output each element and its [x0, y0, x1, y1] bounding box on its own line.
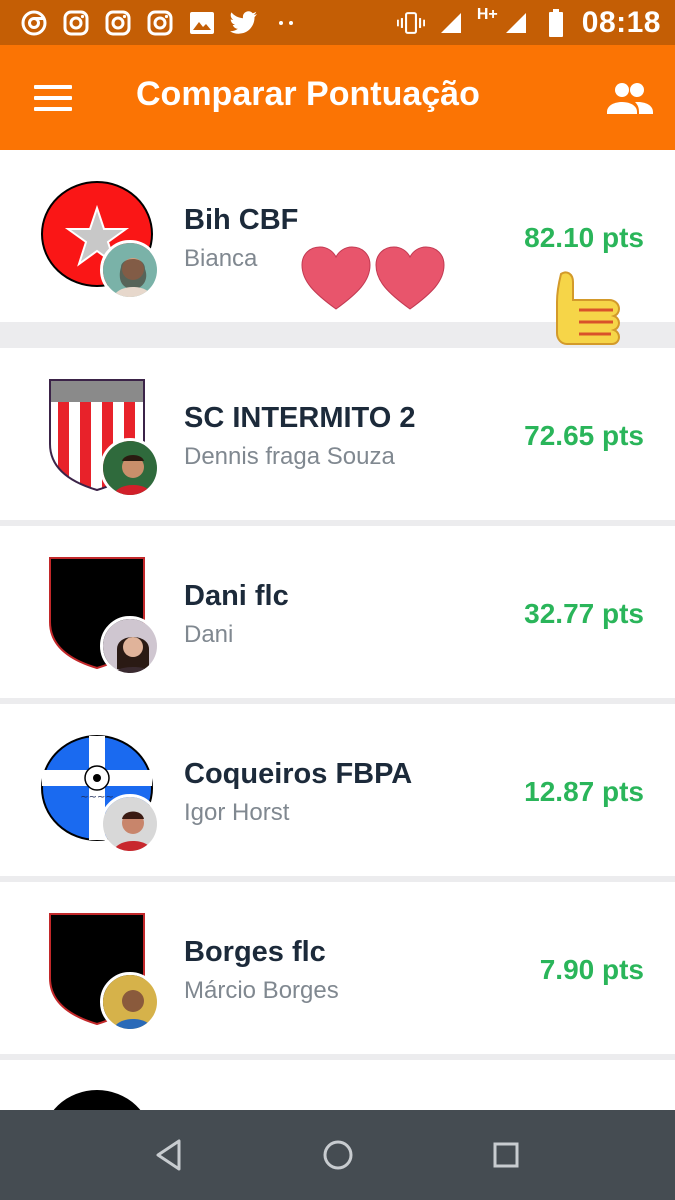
dots-icon: [272, 9, 300, 37]
team-name: SC INTERMITO 2: [184, 402, 416, 434]
team-owner: Dani: [184, 621, 234, 648]
signal-icon: [437, 9, 465, 37]
instagram-icon: [104, 9, 132, 37]
team-owner: Igor Horst: [184, 799, 290, 826]
avatar: [100, 972, 160, 1032]
page-title: Comparar Pontuação: [136, 75, 480, 113]
team-name: Dani flc: [184, 580, 289, 612]
instagram-icon: [62, 9, 90, 37]
app-bar: Comparar Pontuação: [0, 45, 675, 150]
avatar: [100, 240, 160, 300]
team-row[interactable]: Borges flc Márcio Borges 7.90 pts: [0, 882, 675, 1054]
network-type: H+: [476, 5, 498, 23]
vibrate-icon: [396, 9, 425, 37]
team-row[interactable]: SC INTERMITO 2 Dennis fraga Souza 72.65 …: [0, 348, 675, 520]
team-owner: Márcio Borges: [184, 977, 339, 1004]
hearts-sticker: [300, 245, 445, 311]
team-points: 72.65 pts: [524, 420, 644, 451]
home-icon[interactable]: [318, 1135, 358, 1175]
team-name: Bih CBF: [184, 204, 299, 236]
thumbs-up-icon: [553, 270, 623, 346]
team-name: Borges flc: [184, 936, 326, 968]
image-icon: [188, 9, 216, 37]
team-points: 32.77 pts: [524, 598, 644, 629]
avatar: [100, 794, 160, 854]
hamburger-menu-icon[interactable]: [34, 85, 72, 111]
status-bar: H+ 08:18: [0, 0, 675, 45]
twitter-icon: [230, 9, 258, 37]
avatar: [100, 616, 160, 676]
chrome-icon: [20, 9, 48, 37]
team-name: Coqueiros FBPA: [184, 758, 413, 790]
people-icon[interactable]: [606, 78, 654, 118]
signal-icon: [502, 9, 530, 37]
team-row[interactable]: Dani flc Dani 32.77 pts: [0, 526, 675, 698]
instagram-icon: [146, 9, 174, 37]
avatar: [100, 438, 160, 498]
team-owner: Bianca: [184, 245, 258, 272]
team-points: 12.87 pts: [524, 776, 644, 807]
back-icon[interactable]: [150, 1135, 190, 1175]
team-owner: Dennis fraga Souza: [184, 443, 395, 470]
battery-icon: [542, 8, 570, 37]
recents-icon[interactable]: [486, 1135, 526, 1175]
clock: 08:18: [581, 5, 661, 39]
team-points: 7.90 pts: [539, 954, 644, 985]
team-points: 82.10 pts: [524, 222, 644, 253]
team-row[interactable]: ~~~~ Coqueiros FBPA Igor Horst 12.87 pts: [0, 704, 675, 876]
system-nav-bar: [0, 1110, 675, 1200]
